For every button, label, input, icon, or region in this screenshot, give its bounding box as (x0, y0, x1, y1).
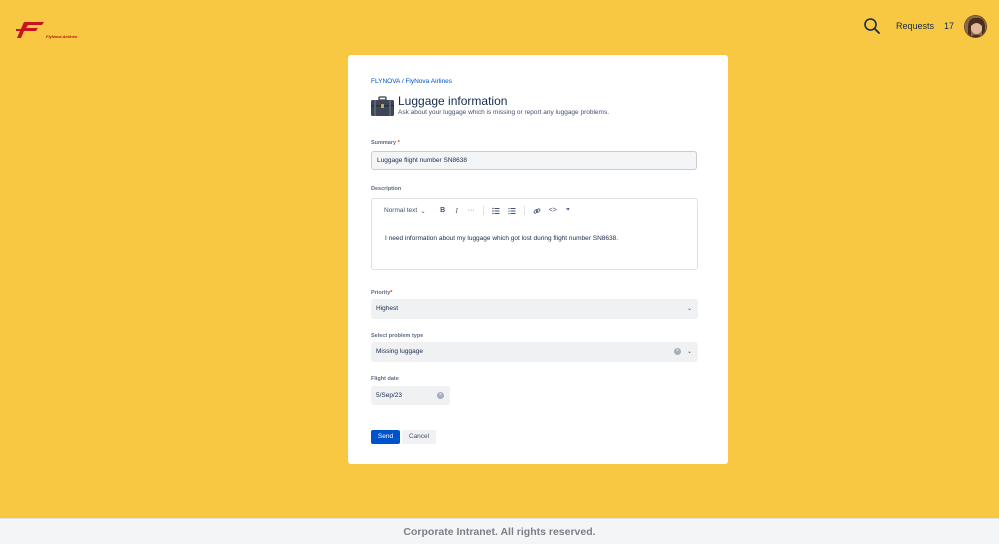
priority-label-text: Priority (371, 290, 391, 296)
breadcrumb: FLYNOVA / FlyNova Airlines (371, 78, 452, 85)
summary-required-mark: * (397, 140, 400, 146)
page-title: Luggage information (398, 94, 508, 108)
description-label: Description (371, 186, 402, 192)
clear-icon[interactable]: × (674, 348, 681, 355)
breadcrumb-org[interactable]: FLYNOVA (371, 78, 400, 85)
priority-value: Highest (376, 305, 399, 312)
description-editor[interactable]: Normal text ⌄ B I ··· <> ❞ I need inform… (371, 198, 698, 270)
problem-type-select[interactable]: Missing luggage × ⌄ (371, 342, 698, 362)
text-style-dropdown[interactable]: Normal text ⌄ (384, 207, 426, 215)
text-style-label: Normal text (384, 207, 418, 214)
request-type-header: Luggage information Ask about your lugga… (370, 94, 609, 117)
request-form-card: FLYNOVA / FlyNova Airlines Luggage infor… (348, 55, 728, 464)
requests-count-badge: 17 (943, 21, 954, 31)
toolbar-divider (482, 206, 484, 215)
bullet-list-icon[interactable] (491, 207, 500, 215)
chevron-down-icon: ⌄ (686, 306, 692, 312)
clear-icon[interactable]: × (437, 392, 444, 399)
bold-button[interactable]: B (440, 207, 446, 214)
priority-select[interactable]: Highest ⌄ (371, 299, 698, 319)
toolbar-divider (523, 206, 525, 215)
numbered-list-icon[interactable] (508, 207, 516, 215)
footer: Corporate Intranet. All rights reserved. (0, 518, 999, 544)
priority-label: Priority* (371, 290, 392, 296)
cancel-button[interactable]: Cancel (402, 430, 436, 444)
description-text[interactable]: I need information about my luggage whic… (385, 235, 618, 242)
summary-input[interactable]: Luggage flight number SN8638 (371, 151, 697, 170)
breadcrumb-project[interactable]: FlyNova Airlines (405, 78, 452, 85)
avatar-icon (965, 15, 986, 37)
send-button[interactable]: Send (371, 430, 400, 444)
flight-date-label: Flight date (371, 376, 399, 382)
requests-link[interactable]: Requests (896, 21, 934, 31)
link-icon[interactable] (533, 207, 541, 215)
flynova-logo-icon (16, 22, 44, 38)
summary-label: Summary * (371, 140, 400, 146)
page-subtitle: Ask about your luggage which is missing … (398, 109, 610, 116)
chevron-down-icon: ⌄ (686, 349, 692, 355)
more-formatting-button[interactable]: ··· (468, 207, 475, 214)
problem-type-label: Select problem type (371, 333, 424, 339)
priority-required-mark: * (390, 290, 393, 296)
summary-label-text: Summary (371, 140, 397, 146)
chevron-down-icon: ⌄ (420, 207, 426, 215)
code-icon[interactable]: <> (549, 207, 557, 214)
flight-date-input[interactable]: 5/Sep/23 × (371, 386, 450, 405)
flight-date-value: 5/Sep/23 (376, 392, 403, 399)
quote-icon[interactable]: ❞ (565, 207, 571, 215)
problem-type-value: Missing luggage (376, 348, 423, 355)
brand-name: FlyNova Airlines (46, 33, 78, 39)
briefcase-icon (371, 96, 394, 116)
user-avatar[interactable] (964, 14, 987, 38)
editor-toolbar: Normal text ⌄ B I ··· <> ❞ (384, 205, 579, 216)
search-icon[interactable] (862, 16, 882, 36)
brand-logo[interactable]: FlyNova Airlines (16, 20, 77, 40)
italic-button[interactable]: I (454, 207, 460, 215)
